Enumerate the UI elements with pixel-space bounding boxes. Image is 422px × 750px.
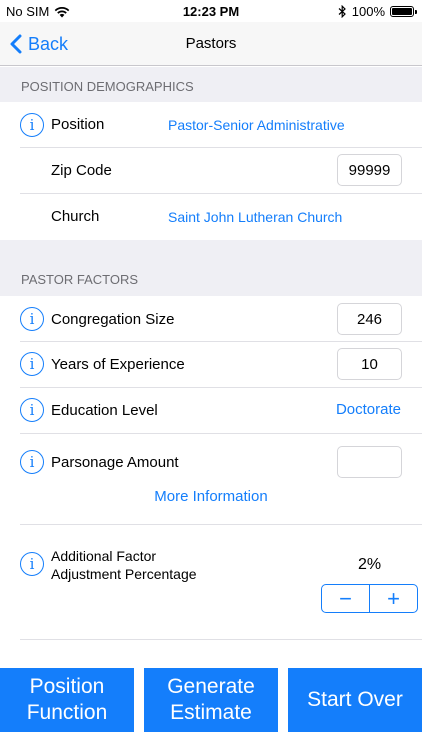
zip-code-input[interactable] — [337, 154, 402, 186]
battery-icon — [390, 6, 417, 17]
more-information-link[interactable]: More Information — [0, 488, 422, 505]
adjustment-percentage-row: i Additional Factor Adjustment Percentag… — [0, 525, 422, 640]
status-bar: No SIM 12:23 PM 100% — [0, 0, 422, 22]
status-right: 100% — [338, 4, 417, 19]
parsonage-amount-label: Parsonage Amount — [51, 454, 179, 471]
back-button[interactable]: Back — [10, 22, 68, 66]
info-icon[interactable]: i — [20, 450, 44, 474]
education-level-row[interactable]: i Education Level Doctorate — [0, 388, 422, 434]
row-separator — [20, 639, 422, 640]
navigation-bar: Back Pastors — [0, 22, 422, 66]
generate-estimate-button[interactable]: Generate Estimate — [144, 668, 278, 732]
adjustment-stepper[interactable]: − + — [321, 584, 418, 613]
adjustment-label-line-1: Additional Factor — [51, 548, 157, 564]
info-icon[interactable]: i — [20, 113, 44, 137]
education-level-value-link[interactable]: Doctorate — [336, 401, 401, 418]
decrement-button[interactable]: − — [322, 585, 369, 612]
chevron-left-icon — [10, 34, 22, 54]
generate-estimate-line-2: Estimate — [170, 701, 252, 724]
back-label: Back — [28, 33, 69, 54]
parsonage-amount-row: i Parsonage Amount More Information — [0, 434, 422, 525]
education-level-label: Education Level — [51, 402, 158, 419]
position-row[interactable]: i Position Pastor-Senior Administrative — [0, 102, 422, 148]
position-function-line-1: Position — [29, 675, 105, 698]
adjustment-percentage-value: 2% — [357, 556, 382, 573]
zip-code-label: Zip Code — [51, 162, 112, 179]
info-icon[interactable]: i — [20, 307, 44, 331]
church-value-link[interactable]: Saint John Lutheran Church — [168, 209, 342, 225]
position-function-button[interactable]: Position Function — [0, 668, 134, 732]
adjustment-label-line-2: Adjustment Percentage — [51, 566, 197, 582]
increment-button[interactable]: + — [370, 585, 417, 612]
years-experience-row: i Years of Experience — [0, 342, 422, 388]
church-label: Church — [51, 208, 100, 225]
info-icon[interactable]: i — [20, 398, 44, 422]
bluetooth-icon — [338, 5, 346, 18]
congregation-size-label: Congregation Size — [51, 311, 175, 328]
battery-percent: 100% — [351, 4, 385, 19]
position-label: Position — [51, 116, 105, 133]
info-icon[interactable]: i — [20, 352, 44, 376]
church-row[interactable]: Church Saint John Lutheran Church — [0, 194, 422, 240]
info-icon[interactable]: i — [20, 552, 44, 576]
years-experience-input[interactable] — [337, 348, 402, 380]
start-over-label: Start Over — [307, 688, 403, 711]
position-value-link[interactable]: Pastor-Senior Administrative — [168, 117, 345, 133]
section-header-pastor-factors: PASTOR FACTORS — [0, 240, 422, 296]
start-over-button[interactable]: Start Over — [288, 668, 422, 732]
parsonage-amount-input[interactable] — [337, 446, 402, 478]
generate-estimate-label: Generate Estimate — [167, 674, 255, 726]
position-function-line-2: Function — [26, 701, 108, 724]
years-experience-label: Years of Experience — [51, 356, 185, 373]
congregation-size-row: i Congregation Size — [0, 296, 422, 342]
section-header-position-demographics: POSITION DEMOGRAPHICS — [0, 67, 422, 102]
zip-code-row: Zip Code — [0, 148, 422, 194]
generate-estimate-line-1: Generate — [167, 675, 255, 698]
position-function-label: Position Function — [27, 674, 108, 726]
congregation-size-input[interactable] — [337, 303, 402, 335]
